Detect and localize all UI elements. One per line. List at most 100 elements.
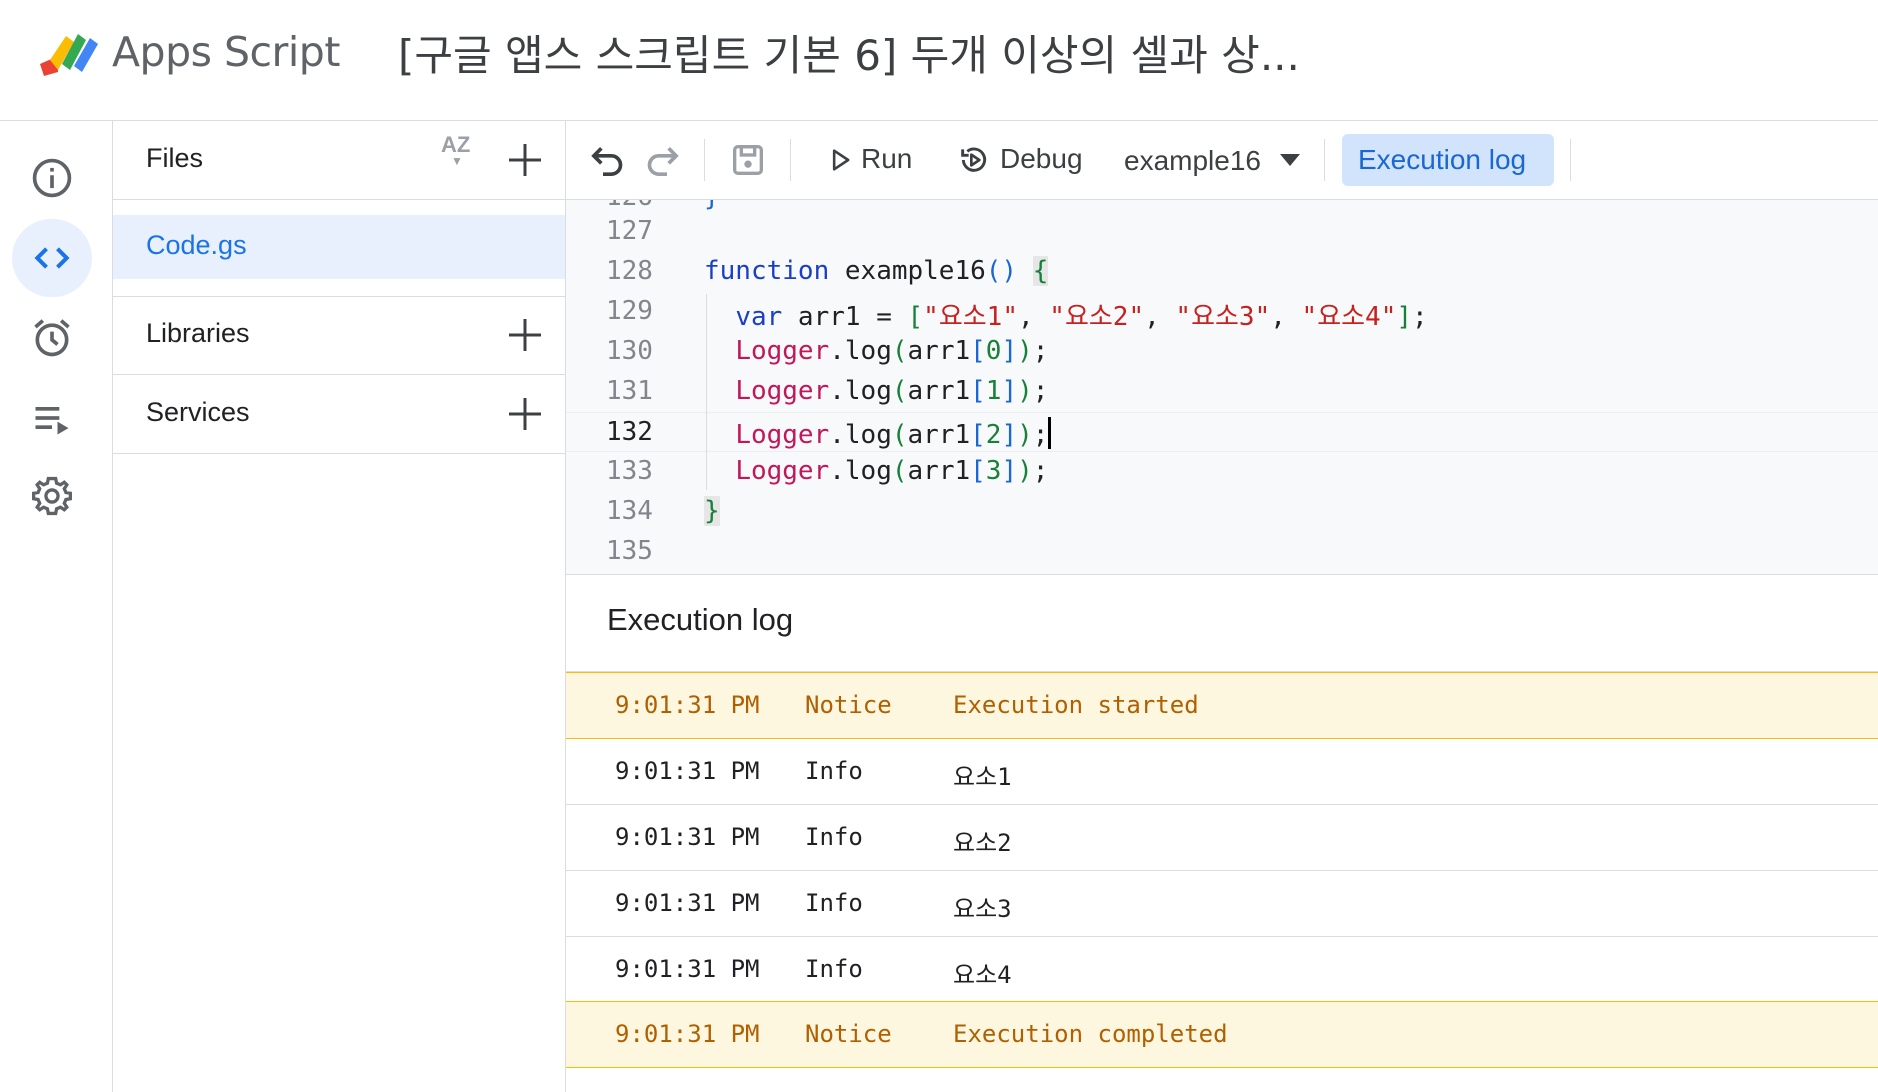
code-line-row: 134 } — [566, 492, 1878, 532]
code-line: Logger.log(arr1[3]); — [735, 456, 1049, 486]
file-item-code-gs[interactable]: Code.gs — [113, 215, 565, 279]
log-message: 요소2 — [953, 829, 1012, 857]
code-line: var arr1 = ["요소1", "요소2", "요소3", "요소4"]; — [735, 302, 1428, 332]
top-bar: Apps Script [구글 앱스 스크립트 기본 6] 두개 이상의 셀과 … — [0, 0, 1878, 121]
code-line-row: 135 — [566, 532, 1878, 572]
apps-script-logo-icon[interactable] — [36, 30, 100, 80]
line-number: 134 — [606, 496, 653, 526]
toolbar-divider — [704, 139, 705, 181]
log-message: 요소4 — [953, 961, 1012, 989]
log-level: Info — [805, 889, 863, 917]
undo-icon[interactable] — [588, 140, 628, 180]
code-icon — [34, 247, 70, 269]
run-button[interactable]: Run — [826, 121, 934, 199]
code-line: Logger.log(arr1[0]); — [735, 336, 1049, 366]
libraries-label: Libraries — [146, 318, 250, 348]
text-cursor — [1048, 417, 1052, 449]
add-service-plus-icon[interactable] — [505, 394, 545, 434]
function-select-value: example16 — [1124, 145, 1261, 176]
files-panel: Files AZ ▼ Code.gs Libraries Services — [113, 121, 566, 1092]
code-line: function example16() { — [704, 256, 1049, 286]
sort-files-button[interactable]: AZ ▼ — [441, 134, 470, 168]
log-message: 요소3 — [953, 895, 1012, 923]
files-label: Files — [146, 143, 204, 173]
file-name: Code.gs — [146, 230, 247, 260]
project-title[interactable]: [구글 앱스 스크립트 기본 6] 두개 이상의 셀과 상... — [398, 22, 1300, 83]
services-section: Services — [113, 375, 565, 454]
run-label: Run — [861, 143, 913, 174]
triggers-button[interactable] — [12, 299, 92, 377]
debug-button[interactable]: Debug — [958, 121, 1118, 199]
code-line-row: 130 Logger.log(arr1[0]); — [566, 332, 1878, 372]
alarm-clock-icon — [34, 319, 70, 357]
log-row: 9:01:31 PM Info 요소1 — [566, 739, 1878, 805]
line-number: 128 — [606, 256, 653, 286]
log-time: 9:01:31 PM — [615, 1020, 760, 1048]
log-row: 9:01:31 PM Info 요소4 — [566, 937, 1878, 1003]
debug-label: Debug — [1000, 143, 1083, 174]
code-line-row: 127 — [566, 212, 1878, 252]
left-navigation-rail — [0, 121, 113, 1092]
execution-log-button-label: Execution log — [1358, 144, 1527, 175]
executions-button[interactable] — [12, 379, 92, 457]
executions-list-icon — [35, 407, 69, 435]
code-editor[interactable]: 126 } 127 128 function example16() { 129… — [566, 200, 1878, 575]
code-line-row: 131 Logger.log(arr1[1]); — [566, 372, 1878, 412]
chevron-down-icon — [1280, 154, 1300, 166]
line-number: 131 — [606, 376, 653, 406]
log-level: Info — [805, 823, 863, 851]
add-file-plus-icon[interactable] — [505, 140, 545, 180]
line-number: 135 — [606, 536, 653, 566]
function-select[interactable]: example16 — [1124, 121, 1314, 199]
indent-guide — [706, 294, 707, 490]
line-number: 126 — [606, 200, 672, 212]
line-number: 127 — [606, 216, 653, 246]
services-label: Services — [146, 397, 250, 427]
log-level: Notice — [805, 1020, 892, 1048]
execution-log-button[interactable]: Execution log — [1342, 134, 1554, 186]
info-icon — [32, 158, 72, 198]
code-line-row: 129 var arr1 = ["요소1", "요소2", "요소3", "요소… — [566, 292, 1878, 332]
log-time: 9:01:31 PM — [615, 889, 760, 917]
log-row: 9:01:31 PM Info 요소2 — [566, 805, 1878, 871]
editor-toolbar: Run Debug example16 Execution log — [566, 121, 1878, 200]
line-number: 129 — [606, 296, 653, 326]
log-time: 9:01:31 PM — [615, 757, 760, 785]
log-level: Info — [805, 955, 863, 983]
log-row: 9:01:31 PM Notice Execution started — [566, 672, 1878, 739]
log-row: 9:01:31 PM Info 요소3 — [566, 871, 1878, 937]
toolbar-divider — [1324, 139, 1325, 181]
line-number: 130 — [606, 336, 653, 366]
execution-log-title: Execution log — [607, 602, 794, 637]
save-icon[interactable] — [728, 140, 768, 180]
log-level: Notice — [805, 691, 892, 719]
toolbar-divider — [790, 139, 791, 181]
code-line: } — [704, 200, 720, 212]
gear-icon — [32, 476, 72, 516]
log-time: 9:01:31 PM — [615, 955, 760, 983]
debug-icon — [961, 147, 987, 172]
overview-button[interactable] — [12, 139, 92, 217]
code-line: Logger.log(arr1[2]); — [704, 417, 1052, 450]
project-settings-button[interactable] — [12, 457, 92, 535]
redo-icon[interactable] — [642, 140, 682, 180]
log-time: 9:01:31 PM — [615, 823, 760, 851]
log-message: Execution started — [953, 691, 1199, 719]
code-line-row: 133 Logger.log(arr1[3]); — [566, 452, 1878, 492]
log-row: 9:01:31 PM Notice Execution completed — [566, 1001, 1878, 1068]
libraries-section: Libraries — [113, 296, 565, 375]
add-library-plus-icon[interactable] — [505, 315, 545, 355]
files-section-header: Files AZ ▼ — [113, 121, 565, 200]
editor-button[interactable] — [12, 219, 92, 297]
line-number: 133 — [606, 456, 653, 486]
app-name[interactable]: Apps Script — [112, 28, 340, 76]
log-message: Execution completed — [953, 1020, 1228, 1048]
line-number: 132 — [606, 417, 653, 447]
log-time: 9:01:31 PM — [615, 691, 760, 719]
code-line: Logger.log(arr1[1]); — [735, 376, 1049, 406]
play-icon — [832, 149, 850, 171]
toolbar-divider — [1570, 139, 1571, 181]
log-message: 요소1 — [953, 763, 1012, 791]
code-line-row: 128 function example16() { — [566, 252, 1878, 292]
current-code-line-row: 132 Logger.log(arr1[2]); — [566, 412, 1878, 452]
